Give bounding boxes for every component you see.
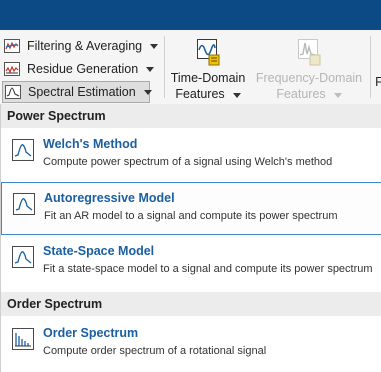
spectral-estimation-label: Spectral Estimation <box>28 85 136 99</box>
frequency-domain-label-line1: Frequency-Domain <box>255 71 363 85</box>
menu-item-description: Fit a state-space model to a signal and … <box>43 263 373 275</box>
order-spectrum-icon <box>11 327 35 351</box>
spectral-estimation-dropdown-menu: Power Spectrum Welch's Method Compute po… <box>0 104 381 372</box>
power-spectrum-icon <box>11 245 35 269</box>
filtering-averaging-label: Filtering & Averaging <box>27 39 143 53</box>
time-domain-features-button[interactable]: Time-Domain Features <box>168 34 248 102</box>
frequency-domain-features-button[interactable]: Frequency-Domain Features <box>254 34 364 102</box>
frequency-domain-label-line2: Features <box>254 86 364 102</box>
frequency-domain-features-icon <box>297 38 321 66</box>
menu-item-title: Welch's Method <box>43 137 138 151</box>
ribbon-separator <box>164 36 165 98</box>
residue-generation-label: Residue Generation <box>27 62 139 76</box>
truncated-ribbon-label: F <box>375 75 381 89</box>
time-domain-label-line2: Features <box>168 86 248 102</box>
power-spectrum-icon <box>12 192 36 216</box>
power-spectrum-section-header: Power Spectrum <box>1 104 381 128</box>
ribbon-toolstrip: Filtering & Averaging Residue Generation… <box>0 30 381 106</box>
time-domain-features-icon <box>196 38 220 66</box>
filtering-averaging-button[interactable]: Filtering & Averaging <box>2 35 162 57</box>
residue-icon <box>4 62 20 76</box>
order-spectrum-section-header: Order Spectrum <box>1 292 381 316</box>
residue-generation-button[interactable]: Residue Generation <box>2 58 158 80</box>
menu-item-description: Compute order spectrum of a rotational s… <box>43 345 267 357</box>
menu-item-title: State-Space Model <box>43 244 155 258</box>
title-bar <box>0 0 381 30</box>
menu-item-title: Order Spectrum <box>43 326 139 340</box>
ribbon-separator <box>370 36 371 98</box>
spectral-estimation-button[interactable]: Spectral Estimation <box>2 81 152 103</box>
chevron-down-icon <box>232 93 241 98</box>
menu-item-order-spectrum[interactable]: Order Spectrum Compute order spectrum of… <box>1 318 381 371</box>
spectral-estimation-icon <box>5 85 21 99</box>
chevron-down-icon <box>333 93 342 98</box>
menu-item-description: Compute power spectrum of a signal using… <box>43 156 333 168</box>
menu-item-welchs-method[interactable]: Welch's Method Compute power spectrum of… <box>1 129 381 182</box>
menu-item-autoregressive-model[interactable]: Autoregressive Model Fit an AR model to … <box>1 182 381 235</box>
power-spectrum-icon <box>11 138 35 162</box>
chevron-down-icon <box>146 66 155 72</box>
filtering-icon <box>4 39 20 53</box>
menu-item-state-space-model[interactable]: State-Space Model Fit a state-space mode… <box>1 236 381 289</box>
chevron-down-icon <box>150 43 159 49</box>
time-domain-label-line1: Time-Domain <box>170 71 246 85</box>
menu-item-description: Fit an AR model to a signal and compute … <box>44 210 338 222</box>
menu-item-title: Autoregressive Model <box>44 191 175 205</box>
chevron-down-icon <box>143 89 152 95</box>
